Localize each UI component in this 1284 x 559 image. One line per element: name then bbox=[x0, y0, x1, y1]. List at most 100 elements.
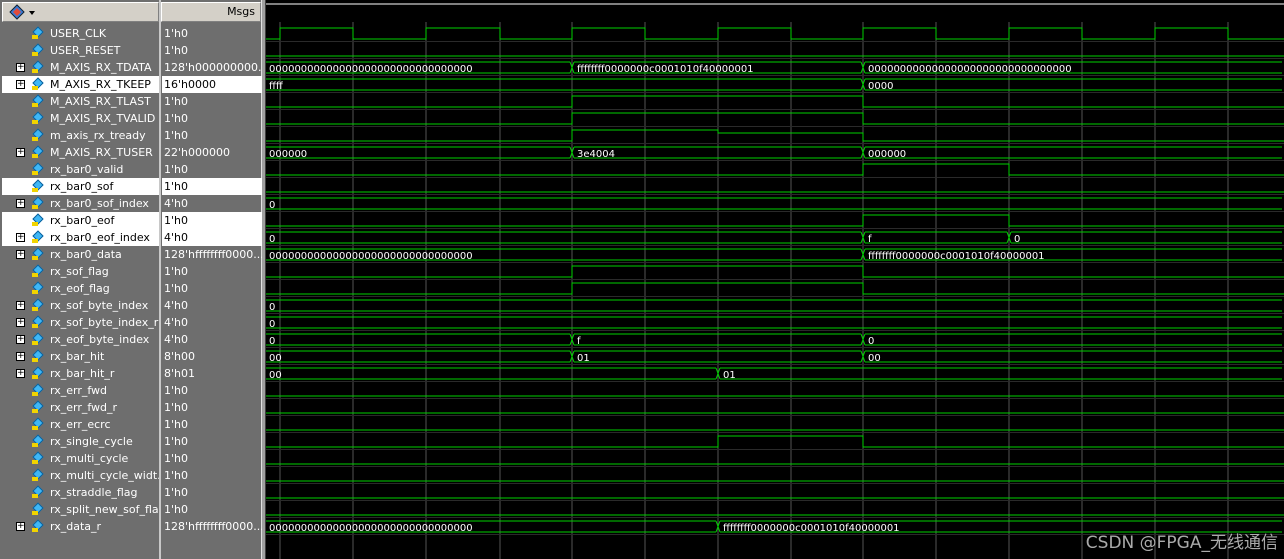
expand-toggle-icon[interactable]: + bbox=[16, 199, 25, 208]
wave-logo-icon[interactable] bbox=[9, 4, 39, 20]
signal-row[interactable]: M_AXIS_RX_TLAST bbox=[2, 93, 159, 110]
signal-row[interactable]: rx_multi_cycle_widt... bbox=[2, 467, 159, 484]
signal-icon bbox=[32, 94, 44, 107]
signal-name: rx_err_ecrc bbox=[50, 418, 111, 431]
signal-value: 1'h0 bbox=[164, 486, 188, 499]
signal-row[interactable]: rx_bar0_sof bbox=[2, 178, 159, 195]
signal-row[interactable]: + M_AXIS_RX_TUSER bbox=[2, 144, 159, 161]
signal-icon bbox=[32, 366, 44, 379]
expand-toggle-icon[interactable]: + bbox=[16, 80, 25, 89]
signal-row[interactable]: + rx_eof_byte_index bbox=[2, 331, 159, 348]
signal-icon bbox=[32, 298, 44, 311]
bus-value-label: ffffffff0000000c0001010f40000001 bbox=[723, 523, 900, 534]
signal-value: 1'h0 bbox=[164, 27, 188, 40]
signal-row[interactable]: + rx_bar_hit bbox=[2, 348, 159, 365]
bus-value-label: 00000000000000000000000000000000 bbox=[269, 64, 473, 75]
signal-trace bbox=[266, 129, 1284, 142]
name-column-header[interactable] bbox=[2, 2, 159, 22]
signal-row[interactable]: rx_err_fwd_r bbox=[2, 399, 159, 416]
bus-value-label: ffff bbox=[269, 81, 284, 92]
signal-icon bbox=[32, 417, 44, 430]
signal-row[interactable]: rx_bar0_eof bbox=[2, 212, 159, 229]
signal-row[interactable]: + rx_bar_hit_r bbox=[2, 365, 159, 382]
waveform-canvas[interactable]: 00000000000000000000000000000000 ffffffff… bbox=[266, 0, 1284, 559]
signal-name: rx_bar0_valid bbox=[50, 163, 124, 176]
bus-value-label: 0 bbox=[269, 302, 275, 313]
signal-value: 1'h0 bbox=[164, 112, 188, 125]
signal-name: rx_split_new_sof_flag bbox=[50, 503, 159, 516]
bus-value-label: 00 bbox=[269, 353, 282, 364]
signal-value: 1'h0 bbox=[164, 163, 188, 176]
signal-row[interactable]: + rx_data_r bbox=[2, 518, 159, 535]
signal-value: 8'h01 bbox=[164, 367, 195, 380]
signal-row[interactable]: M_AXIS_RX_TVALID bbox=[2, 110, 159, 127]
clock-trace bbox=[266, 27, 1284, 40]
expand-toggle-icon[interactable]: + bbox=[16, 301, 25, 310]
signal-trace bbox=[266, 112, 1284, 125]
expand-toggle-icon[interactable]: + bbox=[16, 250, 25, 259]
signal-row[interactable]: rx_eof_flag bbox=[2, 280, 159, 297]
signal-trace bbox=[266, 163, 1284, 176]
signal-value: 1'h0 bbox=[164, 469, 188, 482]
signal-value: 128'hffffffff0000... bbox=[164, 248, 262, 261]
signal-row[interactable]: + rx_bar0_eof_index bbox=[2, 229, 159, 246]
signal-row[interactable]: rx_err_fwd bbox=[2, 382, 159, 399]
signal-row[interactable]: USER_CLK bbox=[2, 25, 159, 42]
signal-name: rx_bar0_data bbox=[50, 248, 122, 261]
signal-value: 128'h000000000... bbox=[164, 61, 262, 74]
bus-value-label: 0000 bbox=[868, 81, 893, 92]
signal-name: M_AXIS_RX_TLAST bbox=[50, 95, 151, 108]
signal-value: 1'h0 bbox=[164, 265, 188, 278]
signal-row[interactable]: + rx_bar0_data bbox=[2, 246, 159, 263]
signal-row[interactable]: + M_AXIS_RX_TKEEP bbox=[2, 76, 159, 93]
expand-toggle-icon[interactable]: + bbox=[16, 352, 25, 361]
signal-value: 16'h0000 bbox=[162, 76, 262, 93]
signal-trace bbox=[266, 282, 1284, 295]
signal-row[interactable]: + rx_sof_byte_index_r bbox=[2, 314, 159, 331]
signal-row[interactable]: rx_multi_cycle bbox=[2, 450, 159, 467]
signal-row[interactable]: m_axis_rx_tready bbox=[2, 127, 159, 144]
expand-toggle-icon[interactable]: + bbox=[16, 318, 25, 327]
msgs-column-header[interactable]: Msgs bbox=[161, 2, 261, 22]
signal-row[interactable]: rx_sof_flag bbox=[2, 263, 159, 280]
signal-row[interactable]: + rx_sof_byte_index bbox=[2, 297, 159, 314]
signal-row[interactable]: + M_AXIS_RX_TDATA bbox=[2, 59, 159, 76]
signal-value: 1'h0 bbox=[162, 178, 262, 195]
expand-toggle-icon[interactable]: + bbox=[16, 63, 25, 72]
signal-icon bbox=[32, 315, 44, 328]
signal-row[interactable]: rx_split_new_sof_flag bbox=[2, 501, 159, 518]
signal-name: rx_single_cycle bbox=[50, 435, 133, 448]
signal-row[interactable]: rx_bar0_valid bbox=[2, 161, 159, 178]
signal-icon bbox=[32, 77, 44, 90]
expand-toggle-icon[interactable]: + bbox=[16, 233, 25, 242]
signal-row[interactable]: rx_err_ecrc bbox=[2, 416, 159, 433]
signal-icon bbox=[32, 332, 44, 345]
bus-value-label: 3e4004 bbox=[577, 149, 615, 160]
signal-value: 4'h0 bbox=[164, 333, 188, 346]
signal-row[interactable]: rx_straddle_flag bbox=[2, 484, 159, 501]
signal-icon bbox=[32, 383, 44, 396]
signal-name: rx_sof_byte_index bbox=[50, 299, 149, 312]
signal-row[interactable]: rx_single_cycle bbox=[2, 433, 159, 450]
signal-value: 4'h0 bbox=[164, 299, 188, 312]
signal-row[interactable]: USER_RESET bbox=[2, 42, 159, 59]
bus-value-label: ffffffff0000000c0001010f40000001 bbox=[868, 251, 1045, 262]
signal-icon bbox=[32, 128, 44, 141]
signal-trace bbox=[266, 265, 1284, 278]
signal-trace bbox=[266, 214, 1284, 227]
signal-value: 1'h0 bbox=[164, 418, 188, 431]
bus-value-label: ffffffff0000000c0001010f40000001 bbox=[577, 64, 754, 75]
bus-value-label: f bbox=[577, 336, 581, 347]
signal-name: rx_eof_flag bbox=[50, 282, 110, 295]
bus-value-label: 000000 bbox=[868, 149, 906, 160]
expand-toggle-icon[interactable]: + bbox=[16, 335, 25, 344]
signal-icon bbox=[32, 111, 44, 124]
bus-value-label: f bbox=[868, 234, 872, 245]
expand-toggle-icon[interactable]: + bbox=[16, 148, 25, 157]
expand-toggle-icon[interactable]: + bbox=[16, 522, 25, 531]
signal-name: rx_bar_hit_r bbox=[50, 367, 115, 380]
signal-row[interactable]: + rx_bar0_sof_index bbox=[2, 195, 159, 212]
signal-value: 1'h0 bbox=[164, 452, 188, 465]
expand-toggle-icon[interactable]: + bbox=[16, 369, 25, 378]
signal-name: USER_RESET bbox=[50, 44, 121, 57]
